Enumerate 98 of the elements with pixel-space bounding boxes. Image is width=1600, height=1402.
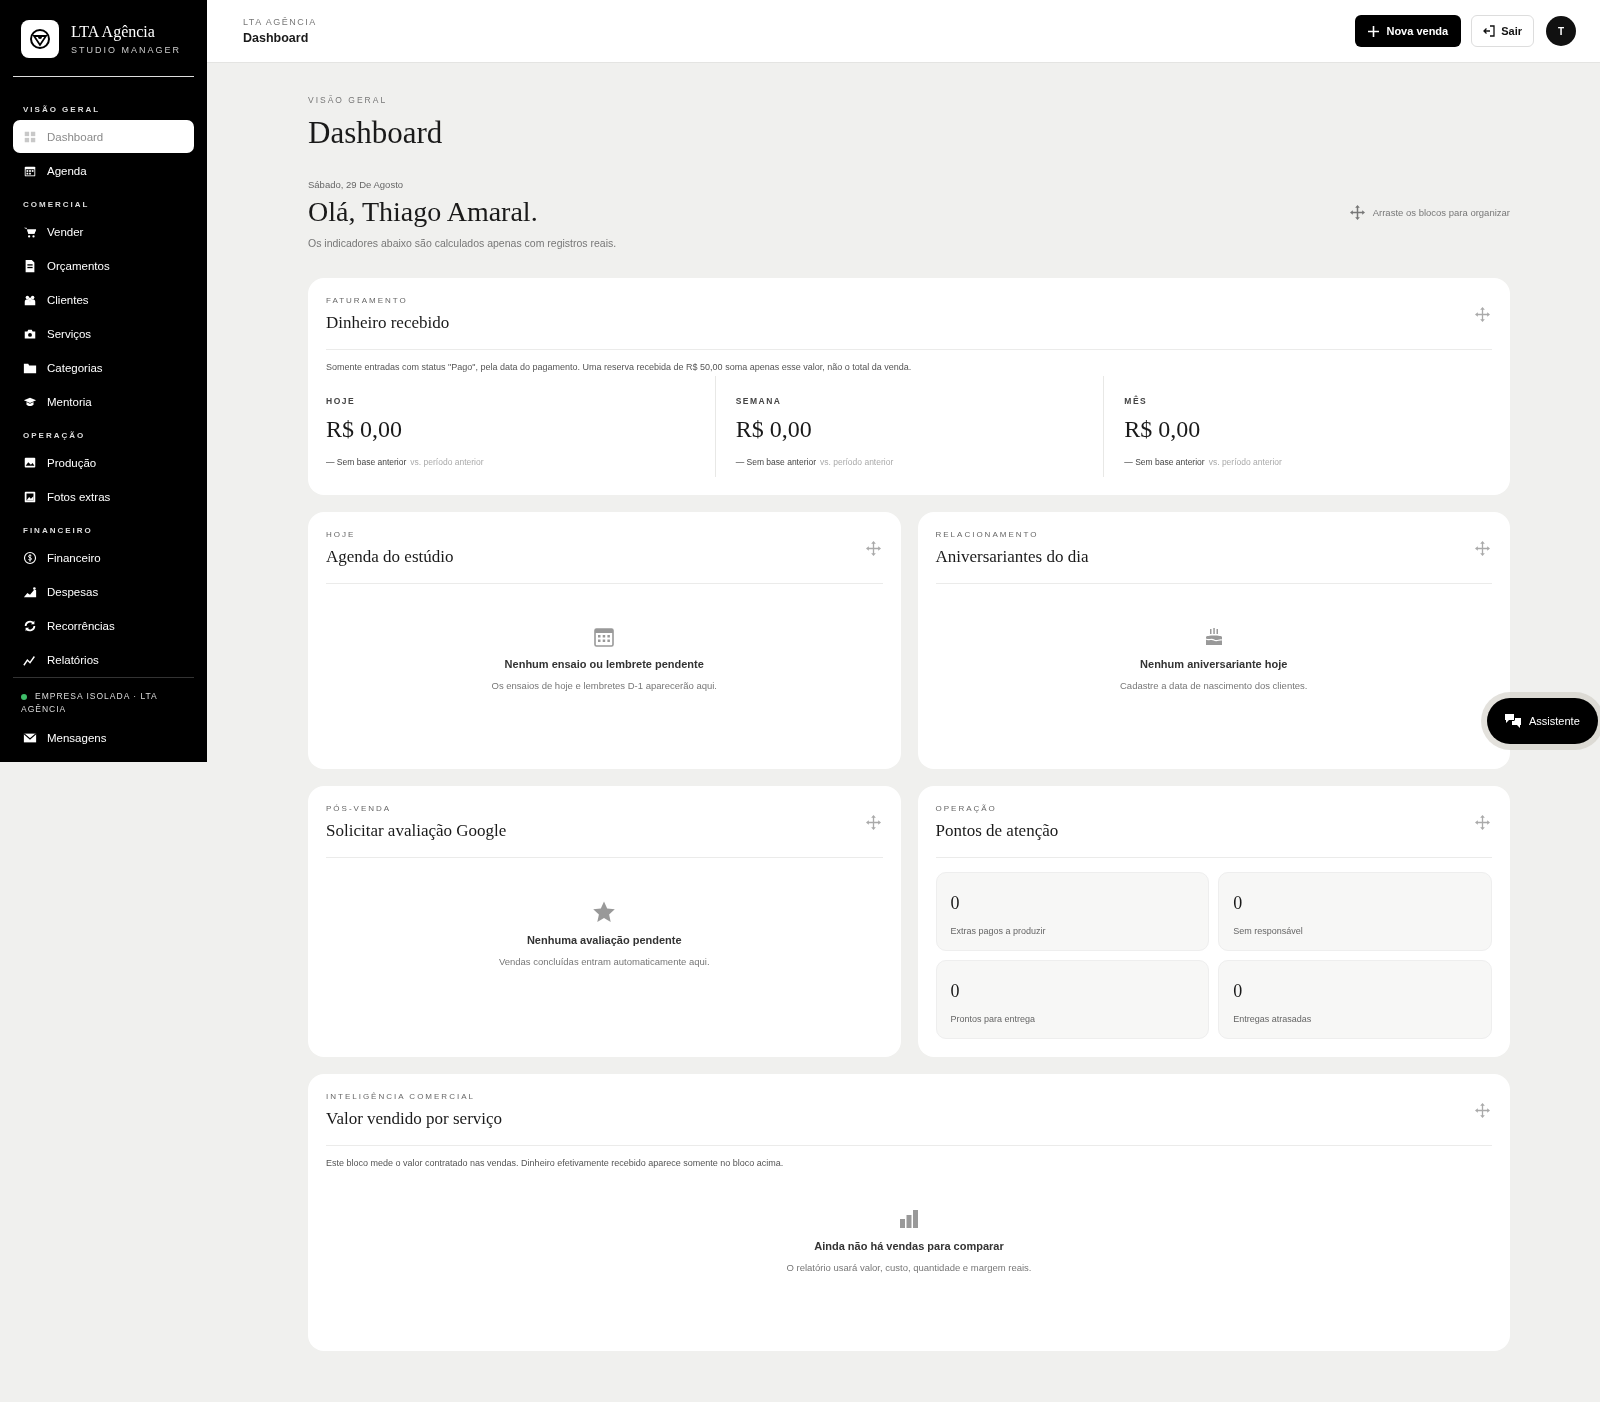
assistant-button[interactable]: Assistente [1487, 698, 1598, 744]
empty-state-title: Ainda não há vendas para comparar [814, 1240, 1004, 1252]
attention-label: Entregas atrasadas [1233, 1014, 1313, 1024]
card-title: Valor vendido por serviço [326, 1109, 503, 1129]
logout-icon [1483, 25, 1496, 37]
nav-item[interactable]: Serviços [13, 317, 194, 350]
plus-icon [1368, 25, 1380, 37]
calendar-icon [593, 626, 616, 648]
nav-item-icon [23, 455, 37, 470]
drag-handle-icon[interactable] [865, 541, 881, 556]
nav-item-icon [23, 618, 37, 633]
logo-icon [21, 20, 59, 58]
empty-state-text: Os ensaios de hoje e lembretes D-1 aparecerão aqui. [491, 680, 717, 691]
brand-name: LTA Agência [71, 23, 156, 41]
attention-label: Extras pagos a produzir [950, 926, 1047, 936]
attention-count: 0 [1233, 981, 1244, 1002]
metric-label: MÊS [1124, 396, 1149, 406]
card-title: Pontos de atenção [935, 821, 1059, 841]
nav-item[interactable]: Mensagens [13, 721, 194, 755]
nav-item[interactable]: Financeiro [13, 541, 194, 574]
nav-item-icon [23, 489, 37, 504]
bar-chart-icon [898, 1208, 920, 1230]
metric-comparison: vs. período anterior [410, 457, 484, 467]
nav-item-icon [23, 258, 37, 273]
card-eyebrow: FATURAMENTO [326, 296, 409, 305]
card-title: Aniversariantes do dia [935, 547, 1089, 567]
metric-label: HOJE [326, 396, 357, 406]
metric-delta: — Sem base anterior [735, 457, 816, 467]
attention-count: 0 [950, 893, 961, 914]
nav-item[interactable]: Clientes [13, 283, 194, 316]
nav-section-title: VISÃO GERAL [22, 104, 102, 116]
metric-delta: — Sem base anterior [326, 457, 407, 467]
user-avatar[interactable]: T [1546, 16, 1576, 46]
metric-value: R$ 0,00 [1124, 416, 1202, 443]
chat-icon [1505, 714, 1521, 728]
card-note: Este bloco mede o valor contratado nas vendas. Dinheiro efetivamente recebido aparece somente no bloco acima. [326, 1158, 785, 1168]
nav-item[interactable]: Fotos extras [13, 480, 194, 513]
star-icon [592, 900, 617, 924]
page-heading: Dashboard [308, 115, 444, 151]
nav-item[interactable]: Categorias [13, 351, 194, 384]
logout-button[interactable]: Sair [1471, 15, 1534, 47]
card-title: Agenda do estúdio [326, 547, 454, 567]
company-status: EMPRESA ISOLADA · LTA AGÊNCIA [21, 691, 158, 714]
empty-state-title: Nenhuma avaliação pendente [526, 934, 682, 946]
card-eyebrow: INTELIGÊNCIA COMERCIAL [326, 1092, 476, 1101]
mail-icon [23, 731, 37, 745]
metric-value: R$ 0,00 [326, 416, 403, 443]
metric-comparison: vs. período anterior [1208, 457, 1282, 467]
nav-item[interactable]: Produção [13, 446, 194, 479]
section-eyebrow: VISÃO GERAL [308, 95, 389, 105]
nav-section-title: COMERCIAL [22, 199, 91, 211]
empty-state-title: Nenhum aniversariante hoje [1140, 658, 1288, 670]
attention-count: 0 [950, 981, 961, 1002]
card-eyebrow: HOJE [326, 530, 357, 539]
attention-count: 0 [1233, 893, 1244, 914]
nav-item[interactable]: Vender [13, 215, 194, 248]
card-title: Solicitar avaliação Google [326, 821, 507, 841]
metric-comparison: vs. período anterior [820, 457, 894, 467]
metric-value: R$ 0,00 [735, 416, 813, 443]
nav-section-title: OPERAÇÃO [22, 430, 87, 442]
nav-item-icon [23, 550, 37, 565]
drag-handle-icon[interactable] [865, 815, 881, 830]
drag-handle-icon[interactable] [1475, 1103, 1490, 1118]
empty-state-text: Cadastre a data de nascimento dos clientes. [1120, 680, 1308, 691]
drag-handle-icon[interactable] [1475, 307, 1490, 322]
empty-state-title: Nenhum ensaio ou lembrete pendente [504, 658, 704, 670]
drag-hint: Arraste os blocos para organizar [1372, 206, 1510, 218]
attention-label: Prontos para entrega [950, 1014, 1037, 1024]
metric-label: SEMANA [735, 396, 783, 406]
greeting: Olá, Thiago Amaral. [308, 196, 538, 228]
nav-item[interactable]: Recorrências [13, 609, 194, 642]
empty-state-text: Vendas concluídas entram automaticamente aqui. [498, 956, 710, 967]
card-eyebrow: PÓS-VENDA [326, 804, 393, 813]
attention-label: Sem responsável [1233, 926, 1304, 936]
card-eyebrow: OPERAÇÃO [935, 804, 998, 813]
card-note: Somente entradas com status "Pago", pela data do pagamento. Uma reserva recebida de R$ 50,00 soma apenas esse valor, não o total da venda. [326, 362, 913, 372]
brand-subtitle: STUDIO MANAGER [71, 45, 181, 55]
nav-item[interactable]: Despesas [13, 575, 194, 608]
breadcrumb: LTA AGÊNCIA [243, 17, 317, 27]
nav-section-title: FINANCEIRO [22, 525, 94, 537]
new-sale-button[interactable]: Nova venda [1355, 15, 1462, 47]
metric-delta: — Sem base anterior [1124, 457, 1205, 467]
nav-item[interactable]: Relatórios [13, 643, 194, 676]
empty-state-text: O relatório usará valor, custo, quantidade e margem reais. [786, 1262, 1032, 1273]
card-title: Dinheiro recebido [326, 313, 450, 333]
nav-item-icon [23, 584, 37, 599]
nav-item[interactable]: Agenda [13, 154, 194, 187]
nav-item[interactable]: Mentoria [13, 385, 194, 418]
nav-item[interactable]: Orçamentos [13, 249, 194, 282]
card-eyebrow: RELACIONAMENTO [935, 530, 1040, 539]
move-icon [1349, 204, 1365, 220]
page-title: Dashboard [243, 31, 310, 45]
drag-handle-icon[interactable] [1475, 815, 1490, 830]
drag-handle-icon[interactable] [1475, 541, 1490, 556]
nav-item[interactable]: Dashboard [13, 120, 194, 153]
page-subtitle: Os indicadores abaixo são calculados apenas com registros reais. [308, 237, 618, 249]
date-label: Sábado, 29 De Agosto [308, 179, 405, 190]
nav-item-icon [23, 129, 37, 144]
